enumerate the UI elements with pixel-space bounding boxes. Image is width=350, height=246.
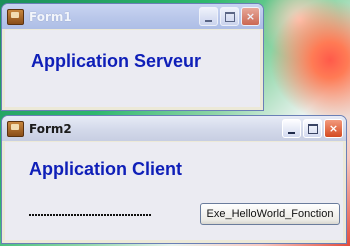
- form2-titlebar[interactable]: Form2 ×: [2, 116, 346, 141]
- application-icon[interactable]: [7, 120, 24, 137]
- close-icon: ×: [245, 10, 256, 23]
- form1-close-button[interactable]: ×: [241, 7, 260, 26]
- form2-close-button[interactable]: ×: [324, 119, 343, 138]
- exe-helloworld-fonction-button[interactable]: Exe_HelloWorld_Fonction: [200, 203, 340, 225]
- form1-window-controls: ×: [199, 7, 260, 26]
- form2-status-label: [29, 214, 152, 216]
- form2-window-controls: ×: [282, 119, 343, 138]
- minimize-icon: [205, 19, 212, 22]
- application-icon[interactable]: [7, 8, 24, 25]
- form1-heading: Application Serveur: [31, 51, 202, 71]
- form1-client-area: Application Serveur: [5, 30, 260, 107]
- form1-window[interactable]: Form1 × Application Serveur: [1, 3, 264, 111]
- close-icon: ×: [328, 122, 339, 135]
- form1-titlebar[interactable]: Form1 ×: [2, 4, 263, 29]
- form2-heading: Application Client: [29, 159, 182, 179]
- form2-client-area: Application Client Exe_HelloWorld_Foncti…: [5, 142, 343, 240]
- maximize-icon: [224, 11, 235, 22]
- form2-minimize-button[interactable]: [282, 119, 301, 138]
- maximize-icon: [307, 123, 318, 134]
- form2-maximize-button[interactable]: [303, 119, 322, 138]
- form1-minimize-button[interactable]: [199, 7, 218, 26]
- minimize-icon: [288, 131, 295, 134]
- form1-title: Form1: [29, 9, 72, 24]
- form1-maximize-button[interactable]: [220, 7, 239, 26]
- form2-title: Form2: [29, 121, 72, 136]
- form2-window[interactable]: Form2 × Application Client Exe_HelloWorl…: [1, 115, 347, 244]
